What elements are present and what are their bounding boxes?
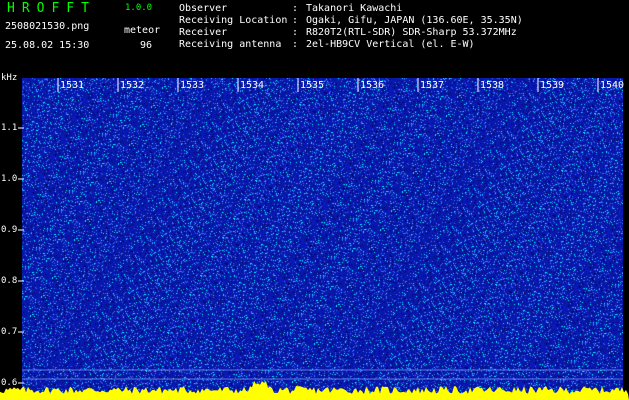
x-tick-label: 1539 [540, 80, 564, 91]
x-tick-label: 1537 [420, 80, 444, 91]
x-tick-label: 1533 [180, 80, 204, 91]
x-tick-label: 1538 [480, 80, 504, 91]
x-tick-label: 1534 [240, 80, 264, 91]
spectrogram-plot: 1531 1532 1533 1534 1535 1536 1537 1538 1539 1540 [0, 78, 629, 400]
x-tick-label: 1532 [120, 80, 144, 91]
spectrogram-image [22, 78, 623, 400]
x-tick-label: 1540 [600, 80, 624, 91]
x-tick-label: 1536 [360, 80, 384, 91]
x-tick-label: 1531 [60, 80, 84, 91]
x-tick-label: 1535 [300, 80, 324, 91]
